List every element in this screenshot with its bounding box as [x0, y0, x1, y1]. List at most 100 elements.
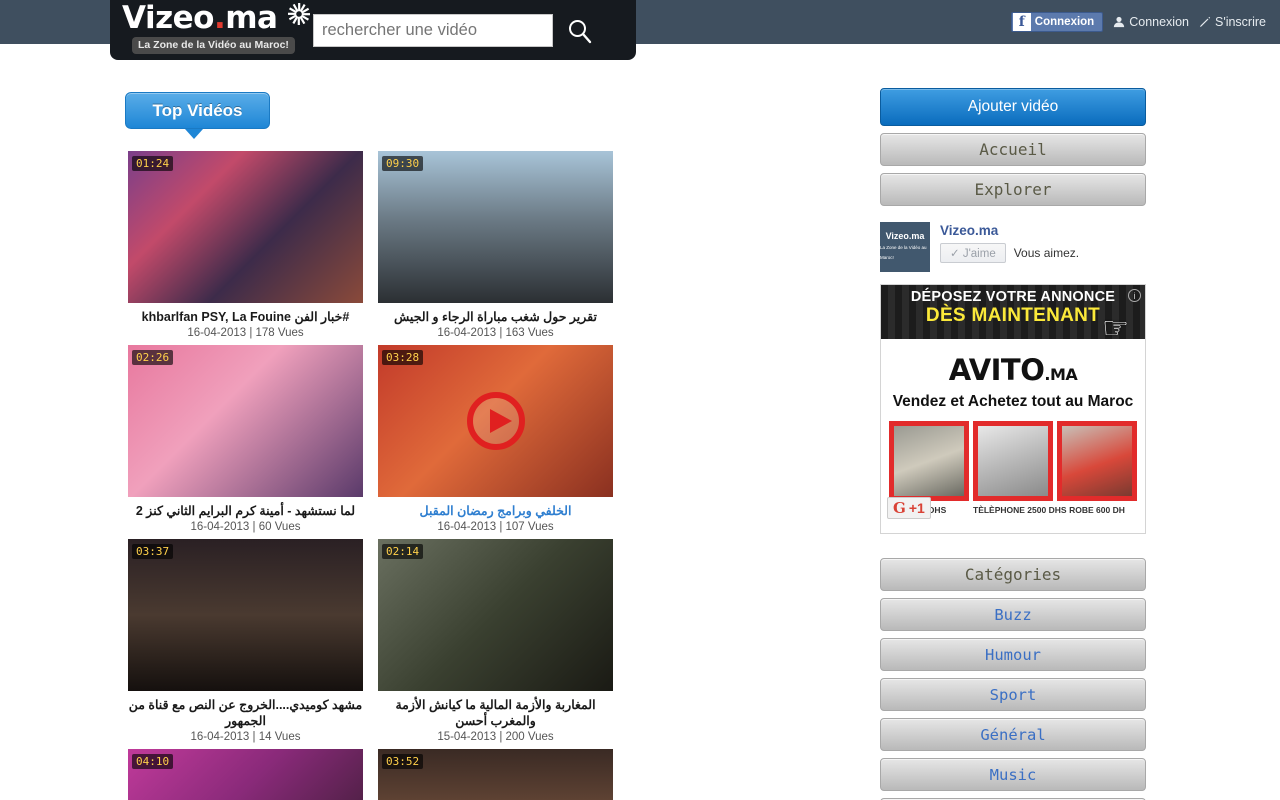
facebook-page-avatar: Vizeo.ma La Zone de la Vidéo au Maroc! [880, 222, 930, 272]
ad-photo-inner [978, 426, 1048, 496]
top-bar: Vizeo.ma La Zone de la Vidéo au Maroc! r… [0, 0, 1280, 60]
add-video-button[interactable]: Ajouter vidéo [880, 88, 1146, 126]
ad-item[interactable]: ROBE 600 DH [1057, 421, 1137, 515]
video-duration: 01:24 [132, 156, 174, 171]
video-card[interactable]: 09:30 تقرير حول شغب مباراة الرجاء و الجيش… [378, 151, 628, 339]
ad-header-strip: DÉPOSEZ VOTRE ANNONCE DÈS MAINTENANT i ☞ [881, 285, 1145, 345]
category-item[interactable]: Sport [880, 678, 1146, 711]
page-root: Vizeo.ma La Zone de la Vidéo au Maroc! r… [0, 0, 1280, 800]
video-thumbnail[interactable]: 02:26 [128, 345, 363, 497]
signup-label: S'inscrire [1214, 15, 1266, 29]
video-title[interactable]: لما نستشهد - أمينة كرم البرايم الثاني كن… [128, 503, 363, 519]
logo-dot: . [213, 0, 226, 36]
facebook-like-row: ✓ J'aime Vous aimez. [940, 243, 1079, 263]
video-thumbnail[interactable]: 09:30 [378, 151, 613, 303]
google-plus-icon: G [893, 499, 906, 517]
categories-section: Catégories BuzzHumourSportGénéralMusicAc… [880, 558, 1146, 800]
video-meta: 16-04-2013 | 107 Vues [437, 521, 554, 533]
video-card[interactable]: 03:37 مشهد كوميدي....الخروج عن النص مع قن… [128, 539, 378, 743]
category-item[interactable]: Humour [880, 638, 1146, 671]
facebook-like-status: Vous aimez. [1013, 246, 1080, 260]
facebook-icon: f [1012, 13, 1031, 31]
categories-list: BuzzHumourSportGénéralMusicActualité [880, 598, 1146, 800]
video-duration: 03:52 [382, 754, 424, 769]
video-title[interactable]: #خبار الفن khbarlfan PSY, La Fouine [128, 309, 363, 325]
auth-area: f Connexion Connexion S'inscrire [1010, 12, 1266, 32]
video-duration: 04:10 [132, 754, 174, 769]
burst-icon [288, 3, 310, 25]
sidebar: Ajouter vidéo Accueil Explorer Vizeo.ma … [880, 88, 1146, 800]
categories-header: Catégories [880, 558, 1146, 591]
avatar-subtext: La Zone de la Vidéo au Maroc! [880, 245, 927, 260]
ad-brand-suffix: .MA [1044, 365, 1078, 384]
video-thumbnail[interactable]: 03:28 [378, 345, 613, 497]
video-card[interactable]: 04:10فضيحة خيرية عين الشق15-04-2013 | 19… [128, 749, 378, 800]
puppy-photo [889, 421, 969, 501]
video-duration: 02:14 [382, 544, 424, 559]
logo-tagline: La Zone de la Vidéo au Maroc! [132, 37, 295, 54]
video-title[interactable]: مشهد كوميدي....الخروج عن النص مع قناة من… [128, 697, 363, 729]
ad-brand: AVITO.MA [881, 353, 1145, 387]
facebook-login-label: Connexion [1034, 16, 1095, 28]
google-plus-one-button[interactable]: G +1 [887, 497, 931, 519]
sidebar-item-accueil[interactable]: Accueil [880, 133, 1146, 166]
video-title[interactable]: تقرير حول شغب مباراة الرجاء و الجيش [378, 309, 613, 325]
search-button[interactable] [566, 17, 594, 45]
search-input[interactable] [313, 14, 553, 47]
video-card[interactable]: 02:14 المغاربة والأزمة المالية ما كيانش ا… [378, 539, 628, 743]
video-card[interactable]: 01:24 #خبار الفن khbarlfan PSY, La Fouine… [128, 151, 378, 339]
login-label: Connexion [1129, 15, 1189, 29]
video-duration: 03:28 [382, 350, 424, 365]
category-item[interactable]: Général [880, 718, 1146, 751]
facebook-page-name[interactable]: Vizeo.ma [940, 223, 1079, 238]
video-card[interactable]: 02:26 لما نستشهد - أمينة كرم البرايم الثا… [128, 345, 378, 533]
facebook-like-button[interactable]: ✓ J'aime [940, 243, 1006, 263]
video-meta: 16-04-2013 | 178 Vues [187, 327, 304, 339]
video-thumbnail[interactable]: 02:14 [378, 539, 613, 691]
video-thumbnail[interactable]: 03:52 [378, 749, 613, 800]
video-title[interactable]: الخلفي وبرامج رمضان المقبل [378, 503, 613, 519]
category-item[interactable]: Buzz [880, 598, 1146, 631]
search-area [313, 14, 594, 47]
facebook-widget-info: Vizeo.ma ✓ J'aime Vous aimez. [940, 222, 1079, 263]
check-icon: ✓ [950, 248, 960, 260]
video-duration: 02:26 [132, 350, 174, 365]
advertisement-banner[interactable]: DÉPOSEZ VOTRE ANNONCE DÈS MAINTENANT i ☞… [880, 284, 1146, 534]
like-label: J'aime [962, 248, 996, 260]
login-link[interactable]: Connexion [1113, 15, 1189, 29]
ad-item-caption: TÈLÈPHONE 2500 DHS [973, 505, 1067, 515]
signup-link[interactable]: S'inscrire [1199, 15, 1266, 29]
phone-photo [973, 421, 1053, 501]
site-logo[interactable]: Vizeo.ma La Zone de la Vidéo au Maroc! [122, 2, 310, 54]
sidebar-item-explorer[interactable]: Explorer [880, 173, 1146, 206]
video-card[interactable]: 03:52شوفو كيفاش شدو السبع ديال بوسكورة15… [378, 749, 628, 800]
ad-photo-inner [894, 426, 964, 496]
video-meta: 16-04-2013 | 60 Vues [190, 521, 301, 533]
facebook-like-widget: Vizeo.ma La Zone de la Vidéo au Maroc! V… [880, 222, 1146, 272]
logo-suffix: ma [225, 0, 278, 36]
video-thumbnail[interactable]: 04:10 [128, 749, 363, 800]
video-duration: 09:30 [382, 156, 424, 171]
info-icon[interactable]: i [1128, 289, 1141, 302]
video-meta: 16-04-2013 | 163 Vues [437, 327, 554, 339]
category-item[interactable]: Music [880, 758, 1146, 791]
ad-item[interactable]: TÈLÈPHONE 2500 DHS [973, 421, 1067, 515]
pen-icon [1199, 16, 1211, 28]
video-title[interactable]: المغاربة والأزمة المالية ما كيانش الأزمة… [378, 697, 613, 729]
ad-photo-inner [1062, 426, 1132, 496]
video-meta: 15-04-2013 | 200 Vues [437, 731, 554, 743]
logo-text: Vizeo.ma [122, 2, 310, 35]
facebook-login-button[interactable]: f Connexion [1010, 12, 1104, 32]
video-thumbnail[interactable]: 03:37 [128, 539, 363, 691]
hand-cursor-icon: ☞ [1102, 312, 1129, 345]
badge-tail [185, 129, 203, 139]
video-card[interactable]: 03:28 الخلفي وبرامج رمضان المقبل 16-04-201… [378, 345, 628, 533]
video-meta: 16-04-2013 | 14 Vues [190, 731, 301, 743]
ad-line-1: DÉPOSEZ VOTRE ANNONCE [910, 289, 1116, 305]
avatar-text: Vizeo.ma [885, 231, 925, 241]
ad-item-caption: ROBE 600 DH [1069, 505, 1125, 515]
user-icon [1114, 16, 1125, 28]
video-thumbnail[interactable]: 01:24 [128, 151, 363, 303]
play-icon[interactable] [466, 392, 525, 450]
logo-main: Vizeo [122, 0, 214, 36]
